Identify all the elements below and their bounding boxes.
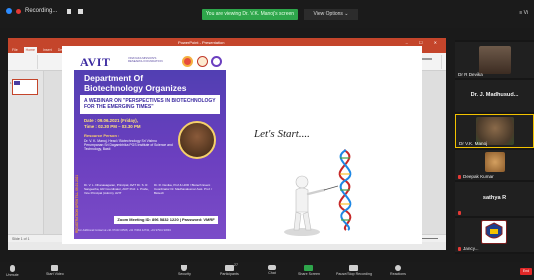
reactions-button[interactable]: Reactions (390, 265, 406, 276)
avit-subtitle: VINAYAKA MISSION'S RESEARCH FOUNDATION (128, 56, 163, 64)
muted-mic-icon (458, 210, 461, 215)
webinar-time: Time : 02.30 PM – 03.30 PM (84, 123, 141, 129)
lets-start-text: Let's Start.... (254, 128, 310, 140)
people-icon (224, 265, 234, 271)
chat-button[interactable]: Chat (268, 265, 276, 275)
webinar-title: A WEBINAR ON "PERSPECTIVES IN BIOTECHNOL… (80, 95, 220, 114)
slide-thumbnails: 1 (8, 71, 44, 242)
clipboard-group[interactable] (10, 55, 38, 69)
participant-name: Jancy... (458, 246, 479, 251)
presenter-dna-illustration (284, 149, 352, 236)
slide-thumbnail-1[interactable] (12, 79, 38, 95)
start-video-label: Start Video (46, 272, 64, 276)
recording-indicator: Recording... (6, 8, 84, 14)
shield-icon (181, 265, 188, 271)
participant-tile[interactable]: Jancy... (455, 218, 534, 252)
record-controls-icon (349, 265, 359, 271)
participant-name: sathya R (482, 195, 507, 201)
participant-tile[interactable]: Deepak Kumar (455, 150, 534, 180)
resource-person-label: Resource Person : (84, 133, 120, 138)
chat-bubble-icon (268, 265, 276, 270)
share-screen-label: Share Screen (298, 272, 320, 276)
participant-name: Dr V.K. Manoj (459, 141, 488, 146)
slide-count-status: Slide 1 of 1 (12, 237, 30, 241)
webinar-poster: AVIT VINAYAKA MISSION'S RESEARCH FOUNDAT… (74, 53, 226, 239)
conveners-left: Dr. V. L. Dhanasagaran, Principal, AVIT … (84, 183, 149, 195)
participant-tile-active-speaker[interactable]: Dr V.K. Manoj (455, 114, 534, 148)
reactions-label: Reactions (390, 272, 406, 276)
university-logo-icon (211, 56, 222, 67)
zoom-top-bar: Recording... You are viewing Dr. V.K. Ma… (0, 0, 534, 28)
seal-logo-icon (182, 56, 193, 67)
speaker-photo (178, 121, 216, 159)
emblem-logo-icon (197, 56, 208, 67)
security-label: Security (178, 272, 191, 276)
participant-tile[interactable]: sathya R (455, 182, 534, 216)
resource-person-name: Dr. V. K. Manoj, Head / Biotechnology Sr… (84, 139, 173, 152)
viewing-screen-banner: You are viewing Dr. V.K. Manoj's screen (202, 9, 298, 20)
unmute-button[interactable]: Unmute (6, 265, 19, 277)
conveners-right: Dr. R. Devika, Prof & HOD / Biotech Even… (154, 183, 213, 195)
security-button[interactable]: Security (178, 265, 191, 276)
registration-vertical: REGISTRATION OPEN TILL 06.01.2021 (75, 174, 79, 233)
video-camera-icon (51, 265, 59, 271)
participant-name: Dr. J. Madhusud... (470, 92, 519, 98)
participant-tile[interactable]: Dr. J. Madhusud... (455, 80, 534, 112)
participants-gallery: Dr R Devika Dr. J. Madhusud... Dr V.K. M… (455, 40, 534, 254)
record-label: Pause/Stop Recording (336, 272, 372, 276)
webinar-date: Date : 09.06.2021 (Friday), (84, 118, 138, 123)
participants-button[interactable]: Participants 27 (220, 263, 239, 276)
smiley-icon (394, 265, 401, 271)
participant-video (479, 46, 511, 74)
participant-mute-status (458, 210, 463, 215)
poster-footer: For Additional Contact at +91 97343 3456… (78, 229, 171, 232)
view-options-button[interactable]: View Options ⌄ (304, 9, 358, 20)
record-dot-icon (16, 8, 21, 14)
poster-logo-bar: AVIT VINAYAKA MISSION'S RESEARCH FOUNDAT… (74, 53, 226, 70)
zoom-shield-icon (6, 8, 12, 14)
view-menu-button[interactable]: ≡ Vi (519, 10, 528, 16)
participants-count: 27 (234, 263, 238, 267)
participant-tile[interactable]: Dr R Devika (455, 42, 534, 78)
share-screen-button[interactable]: Share Screen (298, 265, 320, 276)
slide-canvas: AVIT VINAYAKA MISSION'S RESEARCH FOUNDAT… (62, 46, 422, 244)
participant-name: Deepak Kumar (458, 174, 494, 179)
participant-logo (481, 220, 507, 244)
participant-avatar (485, 152, 505, 172)
start-video-button[interactable]: Start Video (46, 265, 64, 276)
microphone-icon (9, 265, 15, 272)
zoom-meeting-id: Zoom Meeting ID: 896 5832 1220 | Passwor… (114, 216, 218, 224)
recording-label: Recording... (25, 8, 58, 14)
muted-mic-icon (458, 174, 461, 179)
participants-label: Participants (220, 272, 239, 276)
avit-logo: AVIT (80, 55, 111, 69)
zoom-toolbar: Unmute Start Video Security Participants… (0, 262, 534, 280)
end-meeting-button[interactable]: End (520, 268, 532, 275)
pause-recording-icon[interactable] (67, 8, 72, 14)
unmute-label: Unmute (6, 273, 19, 277)
crest-logo-icon (485, 222, 503, 239)
pause-stop-recording-button[interactable]: Pause/Stop Recording (336, 265, 372, 276)
stop-recording-icon[interactable] (78, 8, 84, 14)
zoom-window: Recording... You are viewing Dr. V.K. Ma… (0, 0, 534, 280)
participant-name: Dr R Devika (458, 72, 483, 77)
chat-label: Chat (268, 271, 276, 275)
share-screen-icon (304, 265, 314, 271)
department-title: Department Of Biotechnology Organizes (84, 73, 187, 93)
webinar-date-time: Date : 09.06.2021 (Friday), Time : 02.30… (84, 118, 141, 130)
muted-mic-icon (458, 246, 461, 251)
